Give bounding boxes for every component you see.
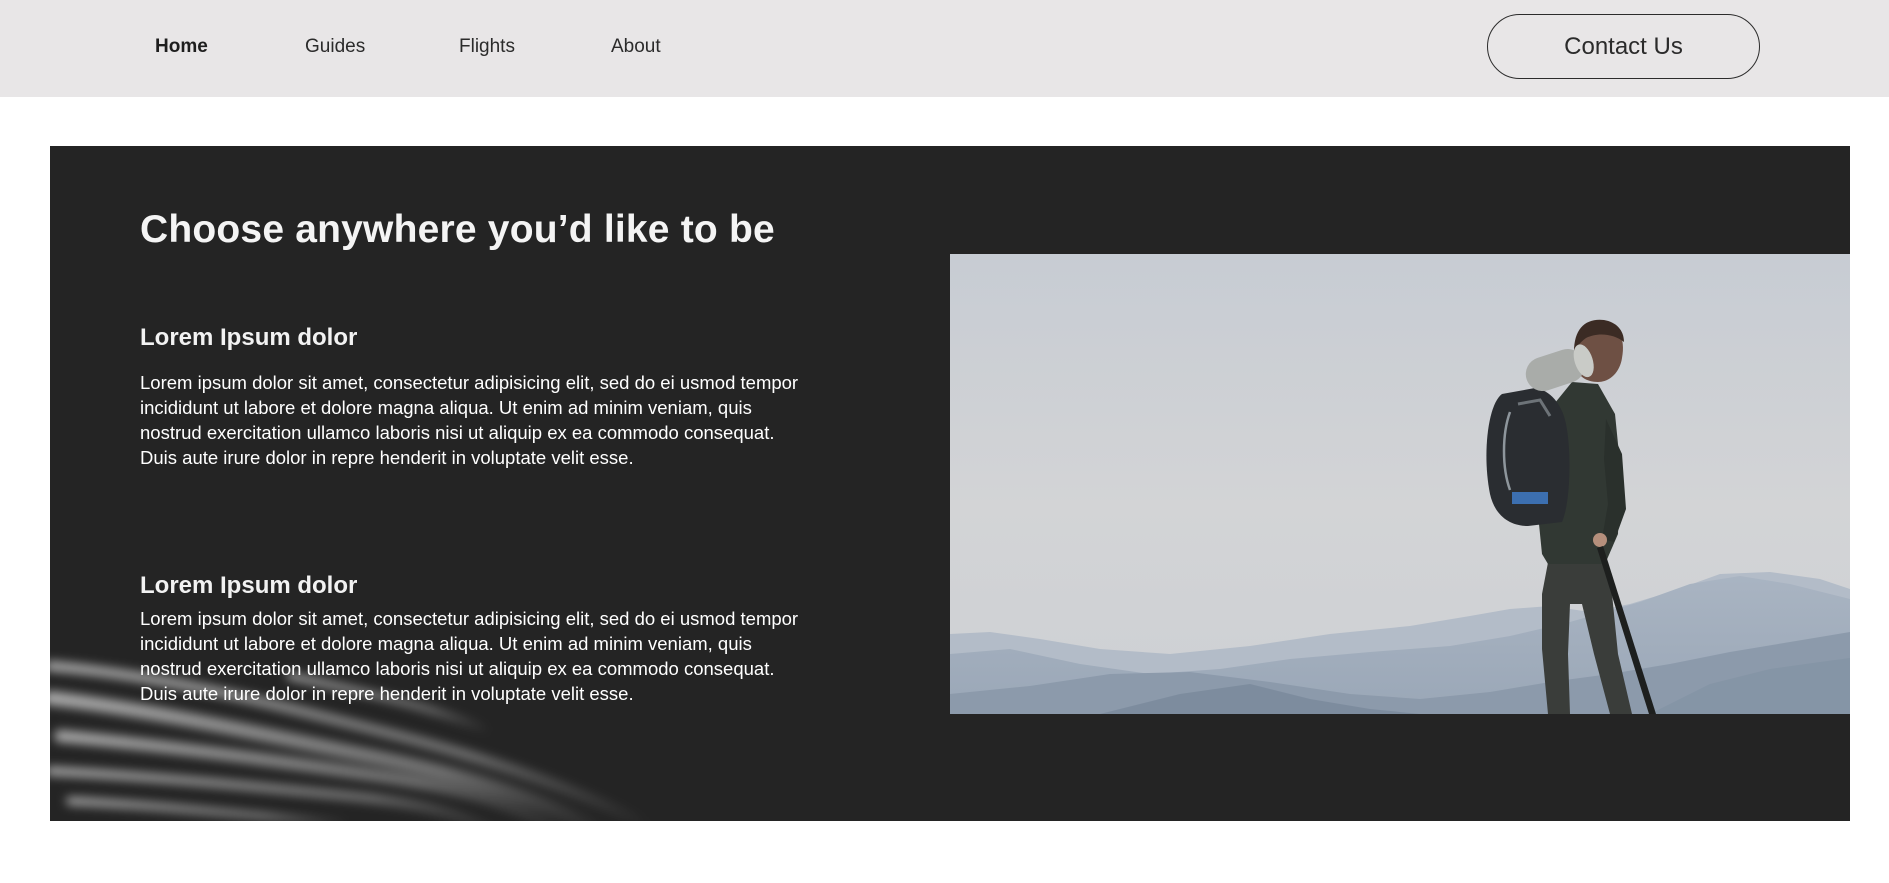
hero-title: Choose anywhere you’d like to be xyxy=(140,208,775,251)
nav-link-home[interactable]: Home xyxy=(155,34,208,60)
feature-heading: Lorem Ipsum dolor xyxy=(140,324,358,351)
contact-us-button[interactable]: Contact Us xyxy=(1487,14,1760,79)
hiker-mountain-photo xyxy=(950,254,1850,714)
feature-block: Lorem Ipsum dolor Lorem ipsum dolor sit … xyxy=(140,324,800,470)
hero-section: Choose anywhere you’d like to be Lorem I… xyxy=(50,146,1850,821)
nav-link-guides[interactable]: Guides xyxy=(305,34,365,60)
nav-link-about[interactable]: About xyxy=(611,34,661,60)
nav-link-flights[interactable]: Flights xyxy=(459,34,515,60)
feature-block: Lorem Ipsum dolor Lorem ipsum dolor sit … xyxy=(140,572,800,706)
top-navigation-bar: Home Guides Flights About Contact Us xyxy=(0,0,1889,97)
feature-heading: Lorem Ipsum dolor xyxy=(140,572,358,599)
feature-body: Lorem ipsum dolor sit amet, consectetur … xyxy=(140,372,799,468)
feature-body: Lorem ipsum dolor sit amet, consectetur … xyxy=(140,608,799,704)
